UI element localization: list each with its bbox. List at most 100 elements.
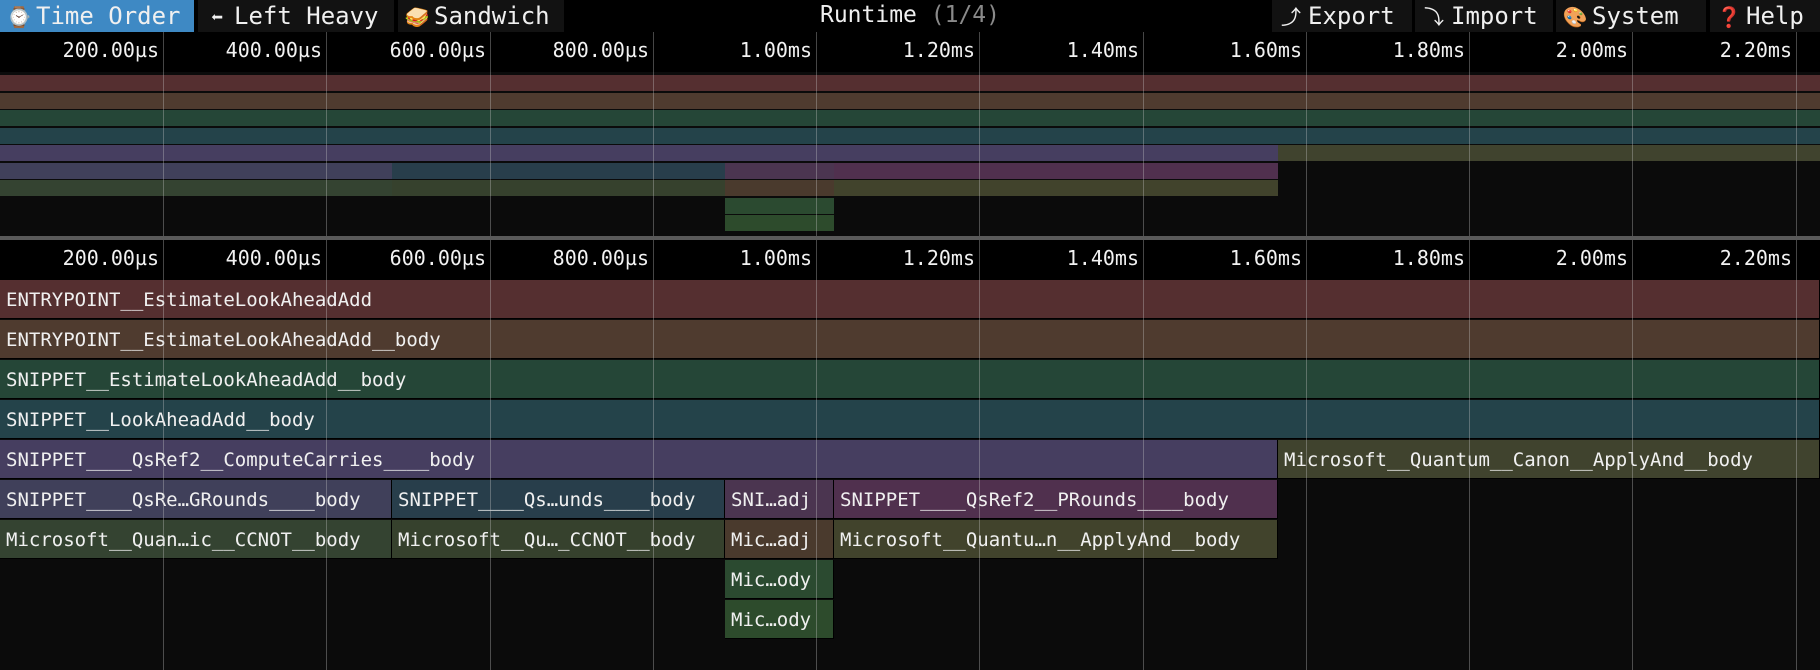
export-button[interactable]: ⤴ Export [1272,0,1412,32]
export-arrow-icon: ⤴ [1281,5,1301,29]
flame-frame[interactable]: SNIPPET____QsRef2__ComputeCarries____bod… [0,440,1278,479]
flame-tick-label: 1.60ms [1229,246,1302,270]
minimap-tick-label: 200.00µs [62,38,159,62]
minimap-tick-label: 1.60ms [1229,38,1302,62]
minimap-gridline [816,32,817,236]
flame-frame[interactable]: Microsoft__Quan…ic__CCNOT__body [0,520,392,559]
minimap-tick-label: 2.00ms [1555,38,1628,62]
flame-frame[interactable]: Mic…ody [725,600,834,639]
minimap[interactable]: 200.00µs 400.00µs 600.00µs 800.00µs 1.00ms 1.… [0,32,1820,236]
flame-frame[interactable]: Mic…adj [725,520,834,559]
sandwich-label: Sandwich [434,2,550,30]
flame-frame[interactable]: SNIPPET____QsRef2__PRounds____body [834,480,1278,519]
flame-frame[interactable]: ENTRYPOINT__EstimateLookAheadAdd [0,280,1820,319]
minimap-time-axis: 200.00µs 400.00µs 600.00µs 800.00µs 1.00ms 1.… [0,32,1820,72]
left-heavy-label: Left Heavy [234,2,379,30]
flame-gridline [816,240,817,670]
flame-frame[interactable]: SNIPPET__EstimateLookAheadAdd__body [0,360,1820,399]
minimap-bar [0,162,392,179]
toolbar: ⌚ Time Order ⬅ Left Heavy 🥪 Sandwich Runtime … [0,0,1820,32]
minimap-tick-label: 800.00µs [552,38,649,62]
minimap-bar [0,180,392,196]
profile-page-indicator[interactable]: (1/4) [931,2,1000,28]
import-button[interactable]: ⤵ Import [1415,0,1553,32]
minimap-bar [1278,145,1820,161]
minimap-tick-label: 1.20ms [902,38,975,62]
system-label: System [1592,2,1679,30]
flame-frame[interactable]: SNIPPET__LookAheadAdd__body [0,400,1820,439]
minimap-bar [392,162,725,179]
flame-tick-label: 200.00µs [62,246,159,270]
minimap-bar [725,180,834,196]
flame-gridline [653,240,654,670]
sandwich-button[interactable]: 🥪 Sandwich [398,0,564,32]
minimap-gridline [1143,32,1144,236]
minimap-gridline [979,32,980,236]
minimap-bar [725,215,834,231]
flame-frame[interactable]: ENTRYPOINT__EstimateLookAheadAdd__body [0,320,1820,359]
flame-frame[interactable]: SNIPPET____QsRe…GRounds____body [0,480,392,519]
minimap-tick-label: 1.80ms [1392,38,1465,62]
system-button[interactable]: 🎨 System [1556,0,1706,32]
minimap-bar [392,180,725,196]
time-order-button[interactable]: ⌚ Time Order [0,0,194,32]
flame-frame[interactable]: SNI…adj [725,480,834,519]
minimap-gridline [490,32,491,236]
flame-tick-label: 1.00ms [739,246,812,270]
flame-frame[interactable]: Microsoft__Quantu…n__ApplyAnd__body [834,520,1278,559]
palette-icon: 🎨 [1562,5,1588,29]
minimap-bar [0,92,1820,109]
minimap-bar [725,162,834,179]
help-button[interactable]: ❓ Help [1710,0,1820,32]
clock-icon: ⌚ [6,5,32,29]
flame-frame[interactable]: Microsoft__Qu…_CCNOT__body [392,520,725,559]
flame-tick-label: 600.00µs [389,246,486,270]
left-heavy-button[interactable]: ⬅ Left Heavy [198,0,394,32]
flame-tick-label: 2.00ms [1555,246,1628,270]
import-label: Import [1451,2,1538,30]
flame-frame[interactable]: Microsoft__Quantum__Canon__ApplyAnd__bod… [1278,440,1820,479]
profile-name: Runtime [819,2,917,28]
flame-gridline [1796,240,1797,670]
flame-gridline [326,240,327,670]
flame-gridline [1306,240,1307,670]
flame-chart[interactable]: 200.00µs 400.00µs 600.00µs 800.00µs 1.00ms 1.… [0,240,1820,670]
flame-tick-label: 1.20ms [902,246,975,270]
minimap-tick-label: 400.00µs [225,38,322,62]
minimap-tick-label: 600.00µs [389,38,486,62]
minimap-gridline [326,32,327,236]
left-arrow-icon: ⬅ [210,5,224,29]
minimap-tick-label: 1.40ms [1066,38,1139,62]
minimap-gridline [163,32,164,236]
flame-gridline [979,240,980,670]
minimap-bar [834,180,1278,196]
flame-gridline [1469,240,1470,670]
flame-gridline [1632,240,1633,670]
minimap-tick-label: 1.00ms [739,38,812,62]
minimap-gridline [1306,32,1307,236]
flame-time-axis: 200.00µs 400.00µs 600.00µs 800.00µs 1.00ms 1.… [0,240,1820,280]
flame-frame[interactable]: SNIPPET____Qs…unds____body [392,480,725,519]
minimap-bar [0,75,1820,91]
minimap-bar [725,197,834,214]
minimap-gridline [1796,32,1797,236]
minimap-gridline [1469,32,1470,236]
help-label: Help [1746,2,1804,30]
minimap-bar [834,162,1278,179]
flame-gridline [1143,240,1144,670]
minimap-gridline [1632,32,1633,236]
flame-gridline [490,240,491,670]
sandwich-icon: 🥪 [404,5,430,29]
minimap-bar [0,127,1820,144]
minimap-gridline [653,32,654,236]
minimap-tick-label: 2.20ms [1719,38,1792,62]
minimap-bar [0,110,1820,126]
flame-tick-label: 1.80ms [1392,246,1465,270]
flame-tick-label: 2.20ms [1719,246,1792,270]
flame-frame[interactable]: Mic…ody [725,560,834,599]
flame-tick-label: 800.00µs [552,246,649,270]
minimap-bar [0,145,1278,161]
export-label: Export [1308,2,1395,30]
time-order-label: Time Order [36,2,181,30]
flame-tick-label: 1.40ms [1066,246,1139,270]
